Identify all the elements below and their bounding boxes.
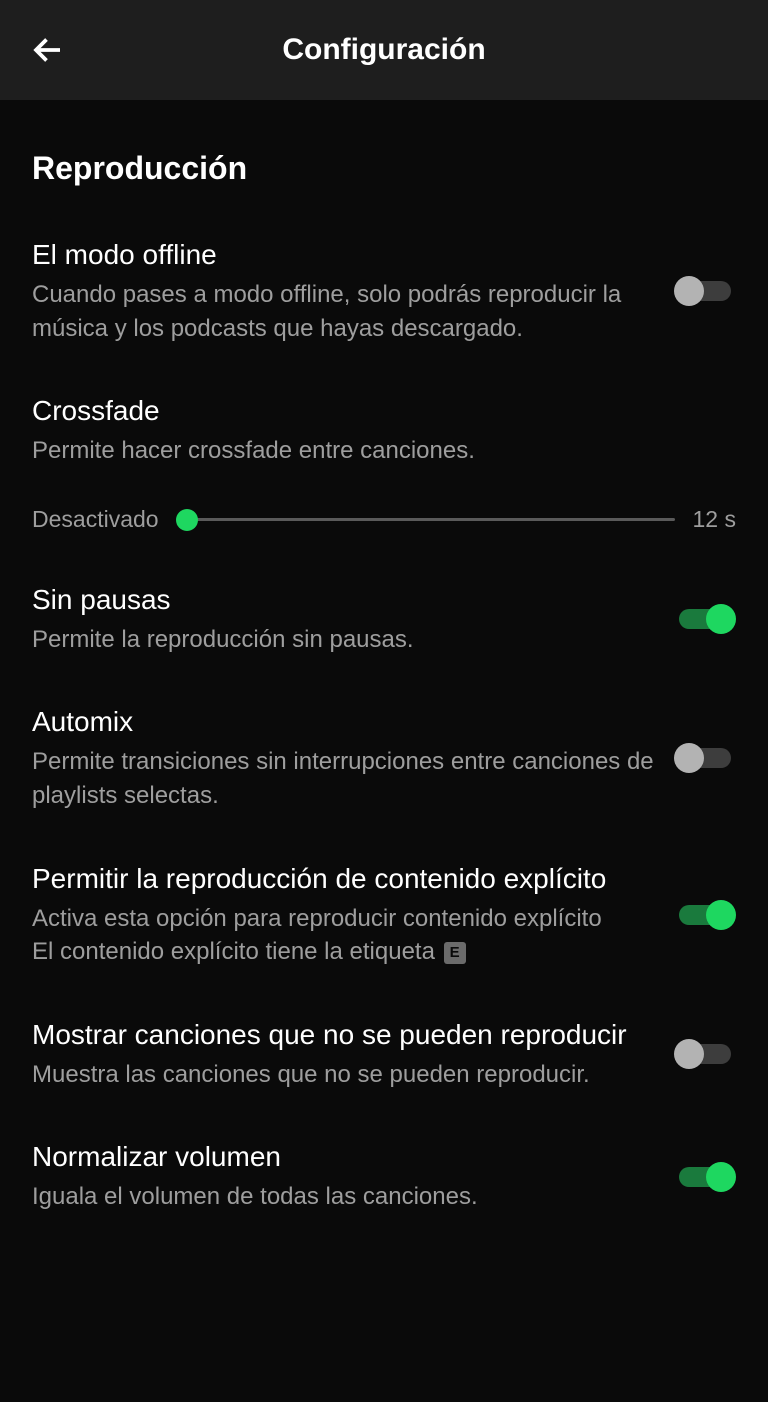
toggle-normalize[interactable] <box>674 1160 736 1194</box>
app-header: Configuración <box>0 0 768 100</box>
toggle-unavailable[interactable] <box>674 1037 736 1071</box>
setting-title-unavailable: Mostrar canciones que no se pueden repro… <box>32 1017 654 1052</box>
setting-title-normalize: Normalizar volumen <box>32 1139 654 1174</box>
setting-desc-unavailable: Muestra las canciones que no se pueden r… <box>32 1058 654 1092</box>
setting-desc-offline: Cuando pases a modo offline, solo podrás… <box>32 278 654 345</box>
setting-row-normalize: Normalizar volumen Iguala el volumen de … <box>32 1139 736 1214</box>
setting-row-unavailable: Mostrar canciones que no se pueden repro… <box>32 1017 736 1092</box>
setting-text: Normalizar volumen Iguala el volumen de … <box>32 1139 654 1214</box>
section-title-playback: Reproducción <box>32 150 736 187</box>
setting-desc-crossfade: Permite hacer crossfade entre canciones. <box>32 434 736 468</box>
setting-title-crossfade: Crossfade <box>32 393 736 428</box>
setting-text: Mostrar canciones que no se pueden repro… <box>32 1017 654 1092</box>
page-title: Configuración <box>0 33 768 67</box>
toggle-offline[interactable] <box>674 274 736 308</box>
crossfade-min-label: Desactivado <box>32 506 159 533</box>
setting-title-offline: El modo offline <box>32 237 654 272</box>
explicit-desc-line2: El contenido explícito tiene la etiqueta <box>32 938 442 965</box>
toggle-explicit[interactable] <box>674 898 736 932</box>
toggle-automix[interactable] <box>674 741 736 775</box>
setting-row-offline: El modo offline Cuando pases a modo offl… <box>32 237 736 345</box>
setting-row-automix: Automix Permite transiciones sin interru… <box>32 704 736 812</box>
toggle-gapless[interactable] <box>674 602 736 636</box>
setting-title-gapless: Sin pausas <box>32 582 654 617</box>
setting-text: El modo offline Cuando pases a modo offl… <box>32 237 654 345</box>
setting-row-explicit: Permitir la reproducción de contenido ex… <box>32 861 736 969</box>
setting-row-gapless: Sin pausas Permite la reproducción sin p… <box>32 582 736 657</box>
setting-text: Sin pausas Permite la reproducción sin p… <box>32 582 654 657</box>
setting-text: Automix Permite transiciones sin interru… <box>32 704 654 812</box>
back-button[interactable] <box>24 26 72 74</box>
setting-desc-explicit: Activa esta opción para reproducir conte… <box>32 902 654 969</box>
setting-desc-normalize: Iguala el volumen de todas las canciones… <box>32 1180 654 1214</box>
arrow-left-icon <box>30 32 66 68</box>
setting-title-explicit: Permitir la reproducción de contenido ex… <box>32 861 654 896</box>
setting-desc-gapless: Permite la reproducción sin pausas. <box>32 623 654 657</box>
slider-track <box>177 518 675 521</box>
explicit-badge-icon: E <box>444 942 466 964</box>
setting-title-automix: Automix <box>32 704 654 739</box>
setting-row-crossfade: Crossfade Permite hacer crossfade entre … <box>32 393 736 534</box>
crossfade-max-label: 12 s <box>693 506 736 533</box>
explicit-desc-line1: Activa esta opción para reproducir conte… <box>32 905 602 932</box>
setting-text: Permitir la reproducción de contenido ex… <box>32 861 654 969</box>
setting-desc-automix: Permite transiciones sin interrupciones … <box>32 745 654 812</box>
settings-content: Reproducción El modo offline Cuando pase… <box>0 100 768 1214</box>
setting-text: Crossfade Permite hacer crossfade entre … <box>32 393 736 468</box>
crossfade-slider-row: Desactivado 12 s <box>32 506 736 534</box>
slider-thumb <box>176 509 198 531</box>
crossfade-slider[interactable] <box>177 506 675 534</box>
